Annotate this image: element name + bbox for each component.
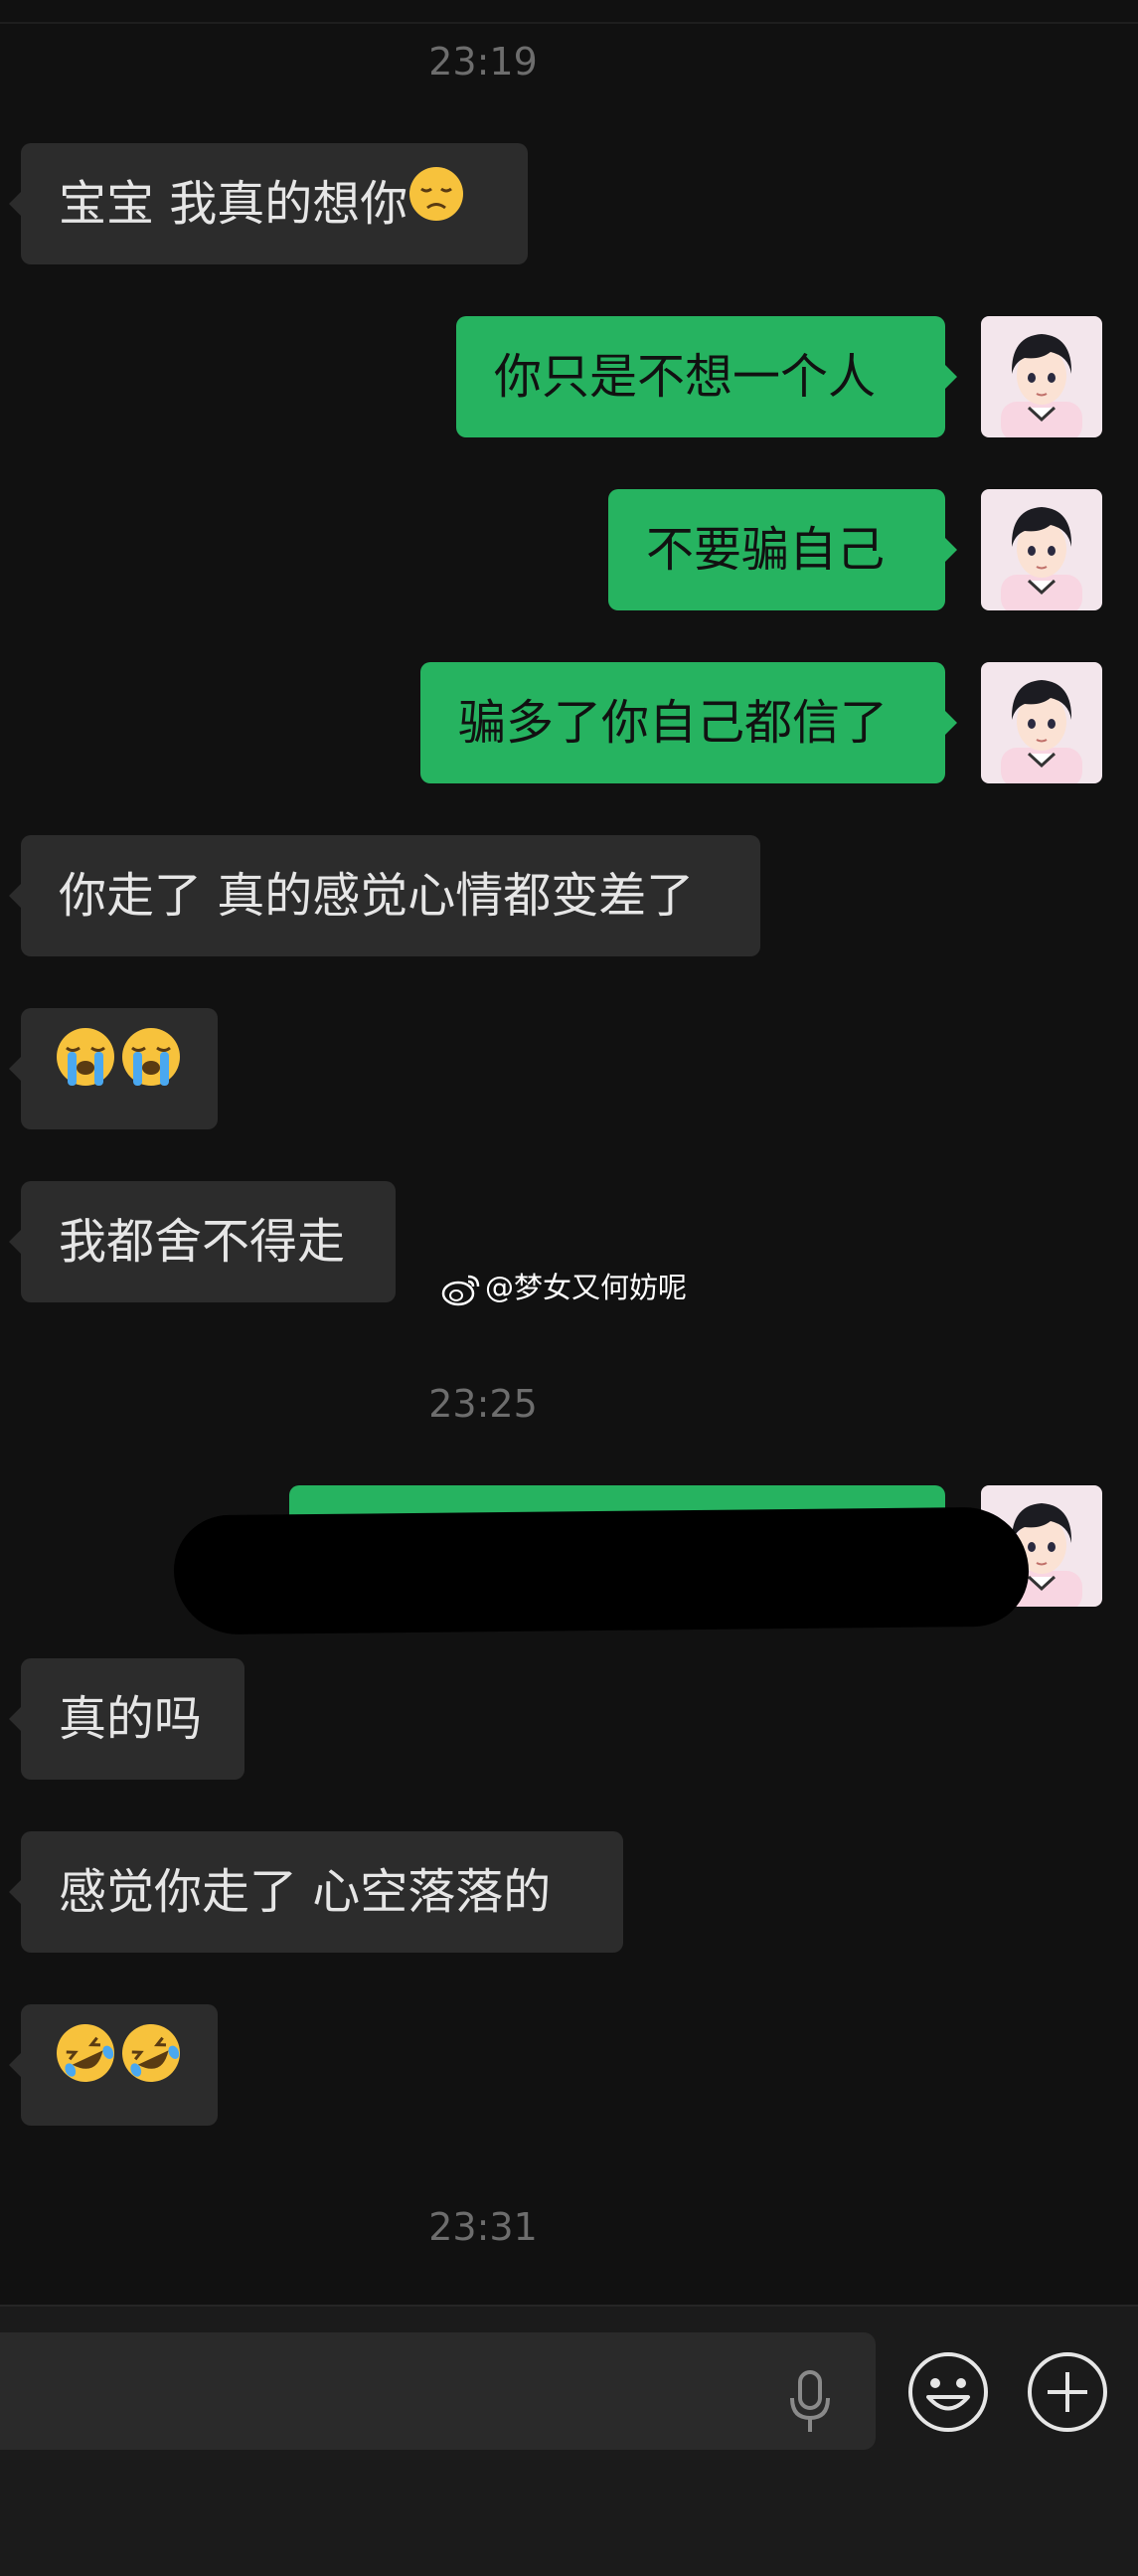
- emoji-icon[interactable]: [906, 2350, 990, 2434]
- timestamp: 23:31: [428, 2205, 538, 2249]
- message-text: 你走了 真的感觉心情都变差了: [59, 868, 695, 924]
- plus-icon[interactable]: [1026, 2350, 1109, 2434]
- redaction-scribble: [173, 1506, 1030, 1635]
- message-bubble-outgoing[interactable]: 你只是不想一个人: [456, 316, 957, 437]
- rolling-laughing-face-icon: [120, 2007, 182, 2129]
- user-avatar[interactable]: [981, 662, 1102, 783]
- message-text: 你只是不想一个人: [494, 349, 877, 405]
- user-avatar[interactable]: [981, 489, 1102, 610]
- top-divider: [0, 22, 1138, 24]
- timestamp: 23:19: [428, 40, 538, 84]
- message-bubble-outgoing[interactable]: 不要骗自己: [608, 489, 957, 610]
- weibo-icon: [441, 1275, 480, 1306]
- loudly-crying-face-icon: [120, 1011, 182, 1132]
- timestamp: 23:25: [428, 1382, 538, 1426]
- message-text: 不要骗自己: [646, 522, 886, 578]
- message-text: 骗多了你自己都信了: [458, 695, 889, 751]
- watermark: @梦女又何妨呢: [441, 1268, 687, 1307]
- watermark-text: @梦女又何妨呢: [485, 1271, 688, 1304]
- message-text: 宝宝 我真的想你: [59, 176, 408, 232]
- input-bar: [0, 2305, 1138, 2576]
- message-bubble-incoming[interactable]: 感觉你走了 心空落落的: [9, 1831, 623, 1953]
- message-input[interactable]: [0, 2332, 876, 2450]
- rolling-laughing-face-icon: [55, 2007, 116, 2129]
- message-bubble-incoming[interactable]: 你走了 真的感觉心情都变差了: [9, 835, 760, 956]
- message-bubble-incoming[interactable]: 宝宝 我真的想你: [9, 143, 528, 267]
- user-avatar[interactable]: [981, 316, 1102, 437]
- message-bubble-incoming[interactable]: 我都舍不得走: [9, 1181, 396, 1302]
- disappointed-face-icon: [407, 146, 465, 267]
- message-text: 真的吗: [59, 1691, 203, 1747]
- message-bubble-incoming[interactable]: [9, 2004, 218, 2129]
- message-bubble-incoming[interactable]: [9, 1008, 218, 1132]
- message-text: 我都舍不得走: [59, 1214, 346, 1270]
- message-bubble-outgoing[interactable]: 骗多了你自己都信了: [420, 662, 957, 783]
- message-text: 感觉你走了 心空落落的: [59, 1864, 552, 1920]
- message-bubble-incoming[interactable]: 真的吗: [9, 1658, 244, 1780]
- loudly-crying-face-icon: [55, 1011, 116, 1132]
- microphone-icon[interactable]: [785, 2368, 835, 2438]
